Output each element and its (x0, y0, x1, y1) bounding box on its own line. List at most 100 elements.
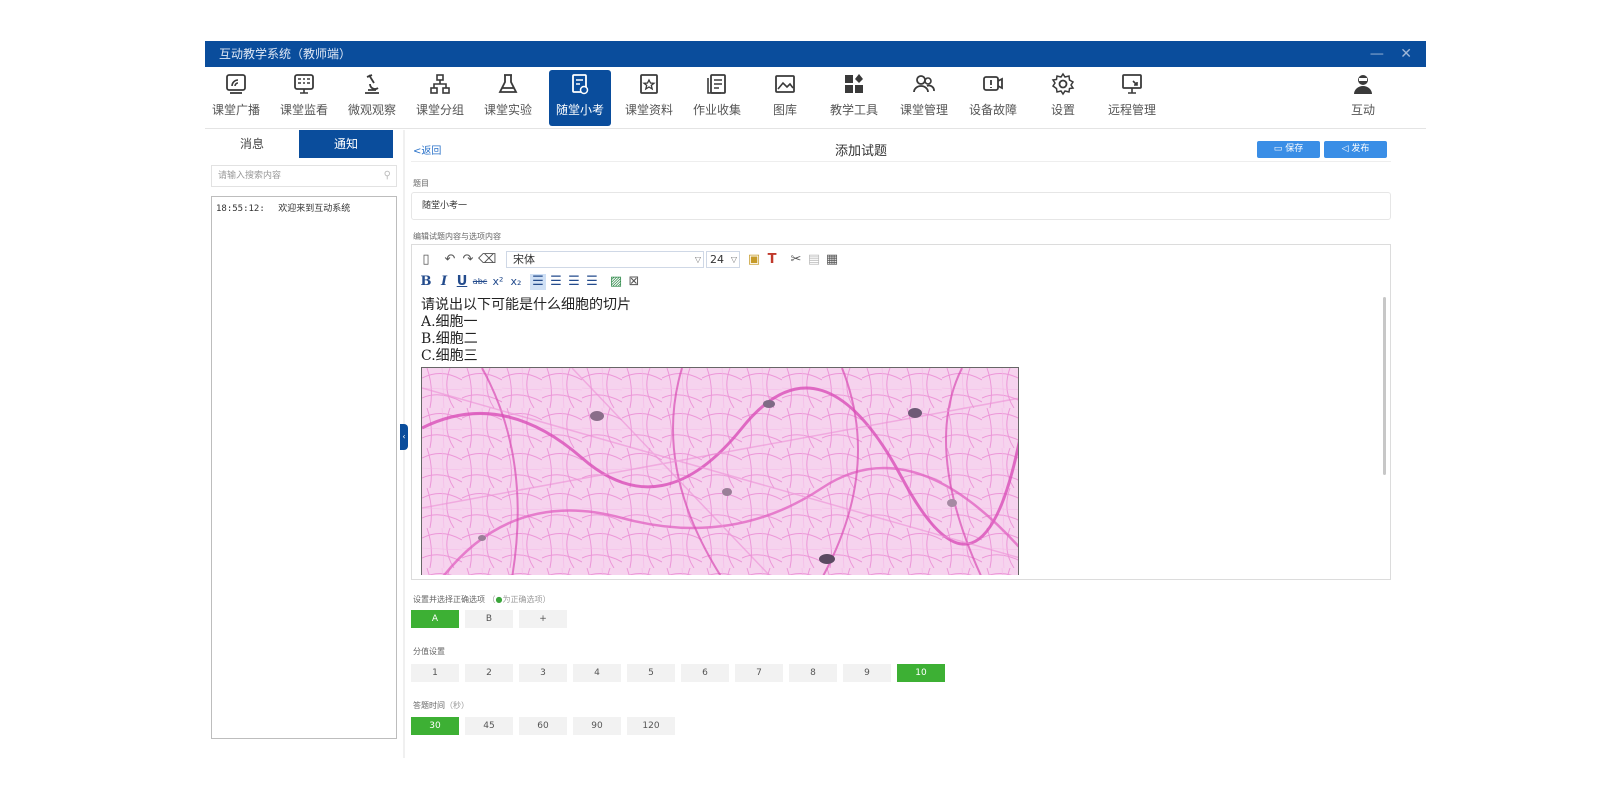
toolbar-item-broadcast[interactable]: 课堂广播 (205, 70, 267, 126)
editor-content[interactable]: 请说出以下可能是什么细胞的切片 A.细胞一 B.细胞二 C.细胞三 (421, 297, 1379, 575)
rich-text-editor: ▯ ↶ ↷ ⌫ 宋体 ▽ 24 ▽ ▣ T ✂ ▤ ▦ B I U abc x²… (411, 244, 1391, 580)
monitor-grid-icon (292, 72, 316, 96)
score-option-6[interactable]: 6 (681, 664, 729, 682)
toolbar-item-gallery[interactable]: 图库 (754, 70, 816, 126)
answer-option-add[interactable]: + (519, 610, 567, 628)
font-family-select[interactable]: 宋体 ▽ (506, 251, 704, 268)
tab-notifications[interactable]: 通知 (299, 130, 393, 158)
list-item[interactable]: 18:55:12: 欢迎来到互动系统 (212, 197, 396, 218)
highlight-color-icon[interactable]: ▣ (746, 252, 762, 268)
underline-icon[interactable]: U (454, 274, 470, 290)
microscope-icon (360, 72, 384, 96)
strikethrough-icon[interactable]: abc (472, 274, 488, 290)
title-field-label: 题目 (413, 179, 429, 188)
insert-image-icon[interactable]: ▨ (608, 274, 624, 290)
toolbar-item-label: 设置 (1050, 103, 1075, 117)
toolbar-item-remote[interactable]: 远程管理 (1101, 70, 1163, 126)
users-icon (912, 72, 936, 96)
tab-messages[interactable]: 消息 (205, 130, 299, 158)
toolbar-item-homework[interactable]: 作业收集 (686, 70, 748, 126)
time-option-30[interactable]: 30 (411, 717, 459, 735)
cell-micrograph-image[interactable] (421, 367, 1019, 575)
align-left-icon[interactable]: ☰ (530, 274, 546, 290)
score-option-4[interactable]: 4 (573, 664, 621, 682)
toolbar-item-label: 远程管理 (1107, 103, 1156, 117)
search-placeholder: 请输入搜索内容 (218, 171, 282, 181)
answer-option-B[interactable]: B (465, 610, 513, 628)
answer-option-A[interactable]: A (411, 610, 459, 628)
score-option-2[interactable]: 2 (465, 664, 513, 682)
toolbar-item-users[interactable]: 课堂管理 (893, 70, 955, 126)
align-justify-icon[interactable]: ☰ (584, 274, 600, 290)
save-icon: ▭ (1273, 144, 1283, 154)
chevron-down-icon: ▽ (694, 255, 701, 264)
toolbar-item-monitor-grid[interactable]: 课堂监看 (273, 70, 335, 126)
paste-icon[interactable]: ▦ (824, 252, 840, 268)
score-option-7[interactable]: 7 (735, 664, 783, 682)
toolbar-item-microscope[interactable]: 微观观察 (341, 70, 403, 126)
editor-toolbar-row-2: B I U abc x² x₂ ☰ ☰ ☰ ☰ ▨ ⊠ (418, 273, 678, 291)
toolbar-item-tools[interactable]: 教学工具 (823, 70, 885, 126)
toolbar-item-device-fault[interactable]: 设备故障 (962, 70, 1024, 126)
toolbar-item-flask[interactable]: 课堂实验 (477, 70, 539, 126)
correct-option-hint: （●为正确选项） (487, 595, 551, 604)
cut-icon[interactable]: ✂ (788, 252, 804, 268)
toolbar-item-materials[interactable]: 课堂资料 (618, 70, 680, 126)
superscript-icon[interactable]: x² (490, 274, 506, 290)
toolbar-item-gear[interactable]: 设置 (1032, 70, 1094, 126)
toolbar-item-quiz[interactable]: 随堂小考 (549, 70, 611, 126)
app-window: 互动教学系统（教师端） — ✕ 课堂广播 课堂监看 微观观察 课堂分组 课堂实验 随堂小考… (205, 41, 1426, 758)
editor-toolbar-row-1: ▯ ↶ ↷ ⌫ 宋体 ▽ 24 ▽ ▣ T ✂ ▤ ▦ (418, 251, 838, 269)
new-document-icon[interactable]: ▯ (418, 252, 434, 268)
text-color-icon[interactable]: T (764, 252, 780, 268)
undo-icon[interactable]: ↶ (442, 252, 458, 268)
time-option-90[interactable]: 90 (573, 717, 621, 735)
score-option-10[interactable]: 10 (897, 664, 945, 682)
search-icon[interactable]: ⚲ (384, 166, 391, 186)
main-toolbar: 课堂广播 课堂监看 微观观察 课堂分组 课堂实验 随堂小考 课堂资料 作业收集 图库 教学工具 课堂… (205, 67, 1426, 129)
quiz-icon (568, 72, 592, 96)
remote-icon (1120, 72, 1144, 96)
copy-icon[interactable]: ▤ (806, 252, 822, 268)
toolbar-item-label: 课堂资料 (624, 103, 673, 117)
score-option-3[interactable]: 3 (519, 664, 567, 682)
group-tree-icon (428, 72, 452, 96)
time-option-120[interactable]: 120 (627, 717, 675, 735)
redo-icon[interactable]: ↷ (460, 252, 476, 268)
publish-button[interactable]: ◁ 发布 (1324, 141, 1387, 158)
window-controls[interactable]: — ✕ (1370, 41, 1418, 67)
green-dot-icon: ● (495, 595, 503, 604)
option-c-text: C.细胞三 (421, 348, 478, 364)
toolbar-item-label: 课堂实验 (483, 103, 532, 117)
save-button[interactable]: ▭ 保存 (1257, 141, 1320, 158)
score-option-1[interactable]: 1 (411, 664, 459, 682)
align-right-icon[interactable]: ☰ (566, 274, 582, 290)
insert-table-icon[interactable]: ⊠ (626, 274, 642, 290)
time-option-60[interactable]: 60 (519, 717, 567, 735)
question-title-input[interactable]: 随堂小考一 (411, 192, 1391, 220)
window-title: 互动教学系统（教师端） (219, 47, 352, 61)
font-size-select[interactable]: 24 ▽ (706, 251, 740, 268)
eraser-icon[interactable]: ⌫ (478, 252, 496, 268)
italic-icon[interactable]: I (436, 274, 452, 290)
score-option-5[interactable]: 5 (627, 664, 675, 682)
subscript-icon[interactable]: x₂ (508, 274, 524, 290)
bold-icon[interactable]: B (418, 274, 434, 290)
answer-time-label: 答题时间（秒） (413, 701, 469, 710)
score-option-8[interactable]: 8 (789, 664, 837, 682)
toolbar-item-label: 作业收集 (692, 103, 741, 117)
collapse-panel-handle[interactable]: ‹ (400, 424, 408, 450)
teacher-avatar-icon (1351, 72, 1375, 96)
score-option-9[interactable]: 9 (843, 664, 891, 682)
toolbar-item-interact[interactable]: 互动 (1332, 70, 1394, 126)
editor-scrollbar[interactable] (1383, 297, 1386, 475)
align-center-icon[interactable]: ☰ (548, 274, 564, 290)
send-icon: ◁ (1341, 144, 1349, 154)
toolbar-item-group-tree[interactable]: 课堂分组 (409, 70, 471, 126)
time-option-45[interactable]: 45 (465, 717, 513, 735)
search-input[interactable]: 请输入搜索内容 ⚲ (211, 165, 397, 187)
toolbar-item-label: 互动 (1350, 103, 1375, 117)
cell-micrograph-graphic (422, 368, 1018, 575)
score-setting-label: 分值设置 (413, 647, 445, 656)
toolbar-item-label: 课堂管理 (899, 103, 948, 117)
